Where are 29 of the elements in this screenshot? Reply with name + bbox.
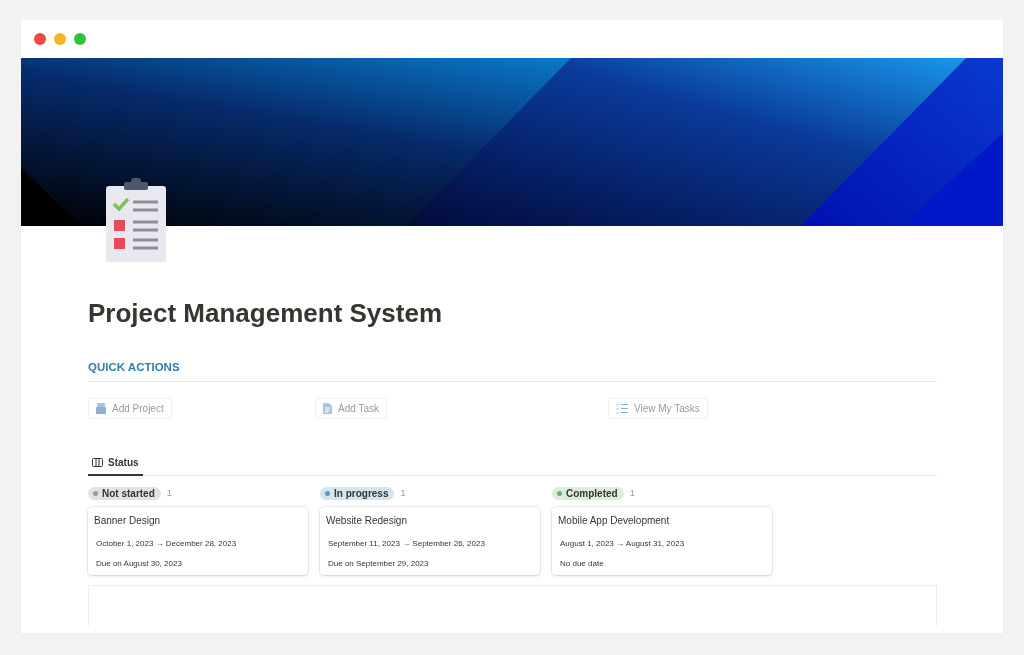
- status-tag: In progress: [320, 486, 395, 500]
- status-tag: Completed: [552, 486, 624, 500]
- group-count: 1: [400, 488, 406, 498]
- date-range: October 1, 2023 → December 28, 2023: [96, 539, 238, 548]
- task-card[interactable]: Website Redesign September 11, 2023 → September 26, 2023 Due on September 29, 2023: [320, 507, 540, 575]
- card-title: Mobile App Development: [558, 515, 671, 526]
- due-date: Due on August 30, 2023: [96, 559, 183, 568]
- due-date: Due on September 29, 2023: [328, 559, 430, 568]
- due-date: No due date: [560, 559, 605, 568]
- window-button[interactable]: [74, 33, 86, 45]
- date-range: August 1, 2023 → August 31, 2023: [560, 539, 686, 548]
- task-card[interactable]: Banner Design October 1, 2023 → December 28, 2023 Due on August 30, 2023: [88, 507, 308, 575]
- status-tag: Not started: [88, 486, 161, 500]
- date-range: September 11, 2023 → September 26, 2023: [328, 539, 486, 548]
- box-icon: [96, 403, 106, 414]
- window-button[interactable]: [34, 33, 46, 45]
- group-count: 1: [166, 488, 172, 498]
- card-title: Banner Design: [94, 515, 162, 526]
- task-card[interactable]: Mobile App Development August 1, 2023 → August 31, 2023 No due date: [552, 507, 772, 575]
- board-icon: [92, 458, 103, 467]
- card-title: Website Redesign: [326, 515, 408, 526]
- document-icon: [323, 403, 332, 414]
- group-count: 1: [629, 488, 635, 498]
- section-heading: QUICK ACTIONS: [88, 361, 937, 382]
- clipboard-icon: [104, 178, 168, 262]
- checklist-icon: [616, 403, 628, 414]
- page-title: Project Management System: [88, 298, 443, 329]
- window-button[interactable]: [54, 33, 66, 45]
- view-tab[interactable]: Status: [88, 457, 143, 476]
